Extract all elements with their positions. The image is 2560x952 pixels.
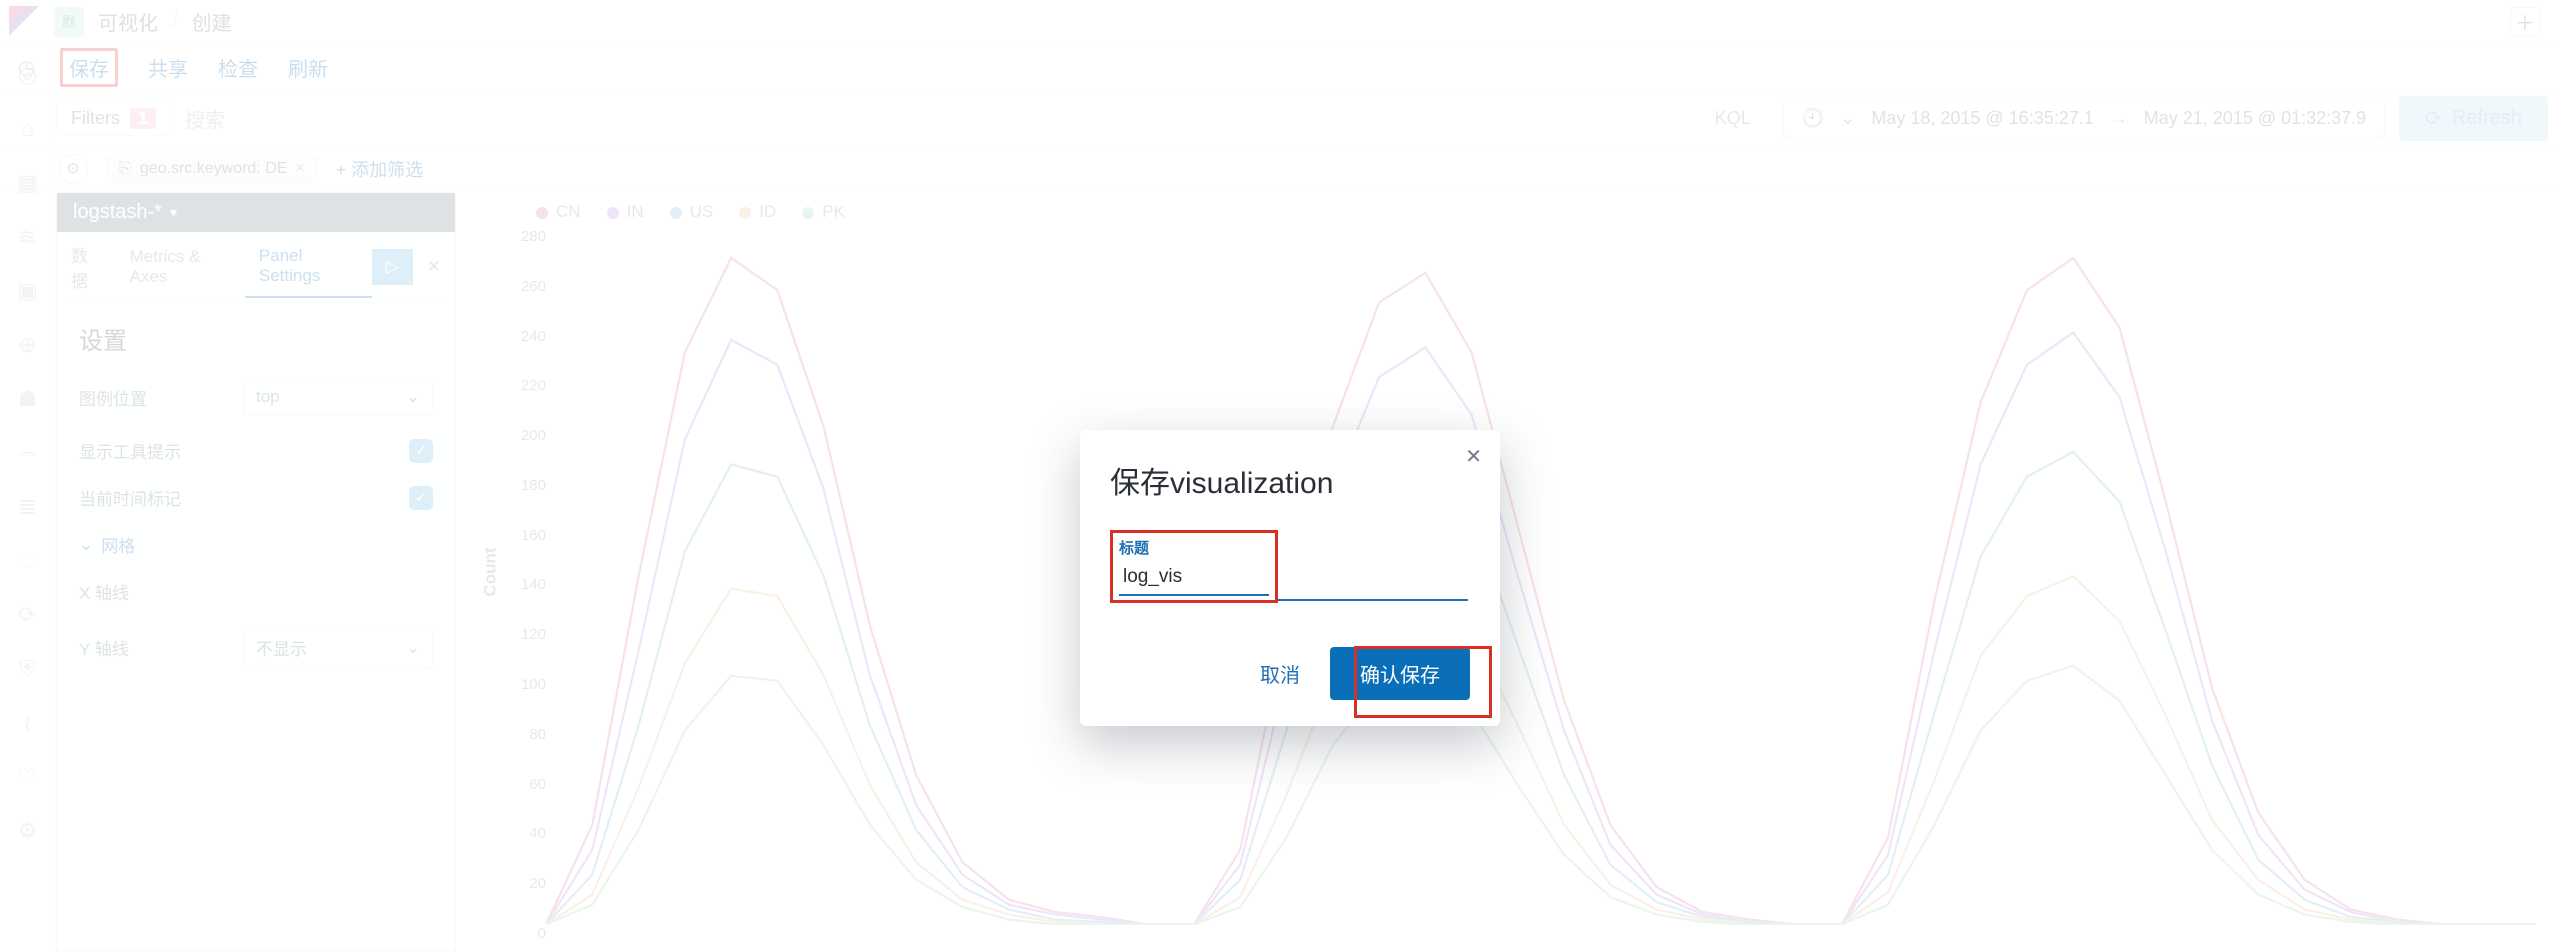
breadcrumb-bar: 默 可视化 / 创建 ＋ [0,0,2560,44]
arrow-right-icon: → [2110,108,2128,129]
nav-siem-icon[interactable]: ⛨ [19,656,36,682]
cancel-button[interactable]: 取消 [1240,649,1320,698]
chevron-down-icon: ⌄ [1840,108,1855,129]
refresh-button[interactable]: ⟳ Refresh [2399,96,2548,141]
save-action[interactable]: 保存 [60,48,118,87]
line-chart [546,228,2536,925]
nav-ml-icon[interactable]: ☗ [18,386,38,412]
legend-item[interactable]: US [670,202,714,222]
index-pattern-selector[interactable]: logstash-* ▾ [57,193,455,232]
filter-settings-icon[interactable]: ⚙ [58,154,88,184]
panel-settings-body: 设置 图例位置 top ⌄ 显示工具提示 ✓ 当前时间标记 ✓ ⌄ 网格 [57,303,455,687]
date-range-picker[interactable]: 🕘 ⌄ May 18, 2015 @ 16:35:27.1 → May 21, … [1783,99,2385,138]
y-grid-label: Y 轴线 [79,635,129,660]
chip-remove-icon[interactable]: × [295,160,304,178]
query-bar: Filters 1 搜索 KQL 🕘 ⌄ May 18, 2015 @ 16:3… [0,92,2560,146]
time-cursor-toggle[interactable]: ✓ [409,486,433,510]
kql-toggle[interactable]: KQL [1715,108,1769,129]
y-grid-select[interactable]: 不显示 ⌄ [243,626,433,669]
title-field-highlight: 标题 [1110,530,1278,603]
nav-maps-icon[interactable]: ⊕ [18,332,36,358]
save-visualization-modal: ✕ 保存visualization 标题 取消 确认保存 [1080,430,1500,726]
modal-title: 保存visualization [1110,458,1470,502]
search-input[interactable]: 搜索 [185,104,225,133]
refresh-icon: ⟳ [2425,106,2442,131]
chevron-down-icon: ⌄ [406,638,420,658]
filter-chips-row: ⚙ ⎘ geo.src.keyword: DE × + 添加筛选 [0,146,2560,192]
add-filter-link[interactable]: + 添加筛选 [336,156,424,182]
nav-apm-icon[interactable]: ◌ [21,548,34,574]
config-tabs: 数据 Metrics & Axes Panel Settings ▷ ✕ [57,232,455,303]
legend-item[interactable]: CN [536,202,581,222]
title-input[interactable] [1119,560,1269,596]
kibana-logo-icon[interactable] [9,6,39,36]
y-grid-value: 不显示 [256,635,307,660]
inspect-action[interactable]: 检查 [218,53,258,82]
crumb-create: 创建 [192,7,232,36]
nav-logs-icon[interactable]: ≣ [18,494,36,520]
refresh-action[interactable]: 刷新 [288,53,328,82]
crumb-visualize[interactable]: 可视化 [98,7,158,36]
legend-item[interactable]: ID [739,202,776,222]
pin-icon: ⎘ [119,160,132,178]
tooltip-label: 显示工具提示 [79,438,181,463]
nav-manage-icon[interactable]: ⚙ [18,818,38,844]
settings-heading: 设置 [79,321,433,356]
y-axis-ticks: 280260240220200180160140120100806040200 [506,228,546,942]
filters-pill[interactable]: Filters 1 [56,101,171,136]
filter-chip[interactable]: ⎘ geo.src.keyword: DE × [106,155,318,183]
tab-panel-settings[interactable]: Panel Settings [245,236,372,298]
chart-legend: CN IN US ID PK [490,192,2546,226]
tab-data[interactable]: 数据 [57,232,116,302]
date-from: May 18, 2015 @ 16:35:27.1 [1871,108,2093,129]
grid-label: 网格 [101,532,135,557]
chevron-down-icon: ⌄ [406,387,420,407]
calendar-icon: 🕘 [1802,108,1824,129]
chevron-down-icon: ▾ [170,204,177,221]
confirm-save-button[interactable]: 确认保存 [1330,647,1470,700]
legend-position-value: top [256,387,280,407]
time-cursor-label: 当前时间标记 [79,485,181,510]
legend-item[interactable]: IN [607,202,644,222]
share-action[interactable]: 共享 [148,53,188,82]
filters-label: Filters [71,108,120,129]
add-panel-button[interactable]: ＋ [2510,7,2540,37]
nav-dev-icon[interactable]: ≀ [23,710,31,736]
grid-section[interactable]: ⌄ 网格 [79,532,433,557]
chart-panel: CN IN US ID PK Count 2802602402202001801… [456,192,2546,952]
y-axis-label: Count [481,548,501,597]
nav-timelion-icon[interactable]: ≋ [18,224,36,250]
legend-position-select[interactable]: top ⌄ [243,378,433,416]
input-underline [1278,599,1468,601]
nav-canvas-icon[interactable]: ▣ [17,278,38,304]
apply-changes-button[interactable]: ▷ [372,249,413,285]
recent-icon[interactable]: ◷ [18,55,35,80]
chip-label: geo.src.keyword: DE [140,160,288,178]
action-bar: ◷ 保存 共享 检查 刷新 [0,44,2560,92]
nav-monitor-icon[interactable]: ♡ [18,764,38,790]
x-grid-label: X 轴线 [79,579,129,604]
discard-changes-button[interactable]: ✕ [413,249,455,285]
tab-metrics-axes[interactable]: Metrics & Axes [116,237,245,297]
nav-uptime-icon[interactable]: ⟳ [18,602,36,628]
chevron-down-icon: ⌄ [79,535,93,555]
date-to: May 21, 2015 @ 01:32:37.9 [2144,108,2366,129]
config-panel: logstash-* ▾ 数据 Metrics & Axes Panel Set… [56,192,456,952]
space-chip[interactable]: 默 [54,7,84,37]
legend-position-label: 图例位置 [79,385,147,410]
title-field-label: 标题 [1119,537,1269,558]
crumb-sep: / [172,10,178,33]
tooltip-toggle[interactable]: ✓ [409,439,433,463]
close-icon[interactable]: ✕ [1465,444,1482,469]
index-pattern-label: logstash-* [73,201,162,224]
filters-count: 1 [130,108,156,129]
legend-item[interactable]: PK [802,202,845,222]
nav-infra-icon[interactable]: ⎓ [19,440,37,466]
refresh-label: Refresh [2452,107,2522,130]
